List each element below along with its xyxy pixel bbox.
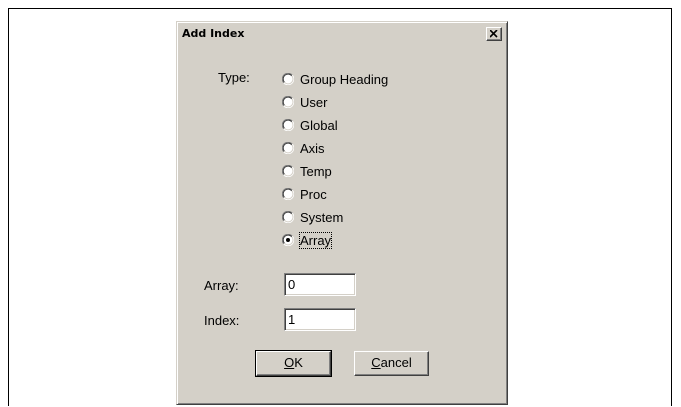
ok-button[interactable]: OK <box>255 350 332 377</box>
radio-label-global: Global <box>300 118 338 133</box>
close-x-icon <box>490 30 498 38</box>
radio-unchecked-icon[interactable] <box>282 165 294 177</box>
radio-unchecked-icon[interactable] <box>282 73 294 85</box>
radio-label-user: User <box>300 95 328 110</box>
array-input[interactable] <box>284 273 356 296</box>
ok-label-suffix: K <box>294 355 303 370</box>
ok-mnemonic: O <box>284 355 295 370</box>
add-index-dialog: Add Index Type: Group Heading User Global A… <box>176 21 508 405</box>
dialog-title: Add Index <box>182 27 245 40</box>
radio-label-axis: Axis <box>300 141 325 156</box>
radio-unchecked-icon[interactable] <box>282 142 294 154</box>
array-label: Array: <box>204 278 239 293</box>
radio-unchecked-icon[interactable] <box>282 211 294 223</box>
cancel-button[interactable]: Cancel <box>354 351 429 376</box>
dialog-titlebar[interactable]: Add Index <box>180 25 504 43</box>
index-label: Index: <box>204 313 240 328</box>
cancel-mnemonic: C <box>371 355 381 370</box>
type-label: Type: <box>218 70 250 85</box>
radio-label-proc: Proc <box>300 187 327 202</box>
radio-label-temp: Temp <box>300 164 332 179</box>
index-input[interactable] <box>284 308 356 331</box>
cancel-label-suffix: ancel <box>380 355 412 370</box>
radio-unchecked-icon[interactable] <box>282 188 294 200</box>
radio-checked-icon[interactable] <box>282 234 294 246</box>
close-button[interactable] <box>486 27 502 41</box>
radio-unchecked-icon[interactable] <box>282 96 294 108</box>
radio-unchecked-icon[interactable] <box>282 119 294 131</box>
radio-label-system: System <box>300 210 344 225</box>
radio-label-array: Array <box>298 232 333 249</box>
radio-label-group-heading: Group Heading <box>300 72 389 87</box>
